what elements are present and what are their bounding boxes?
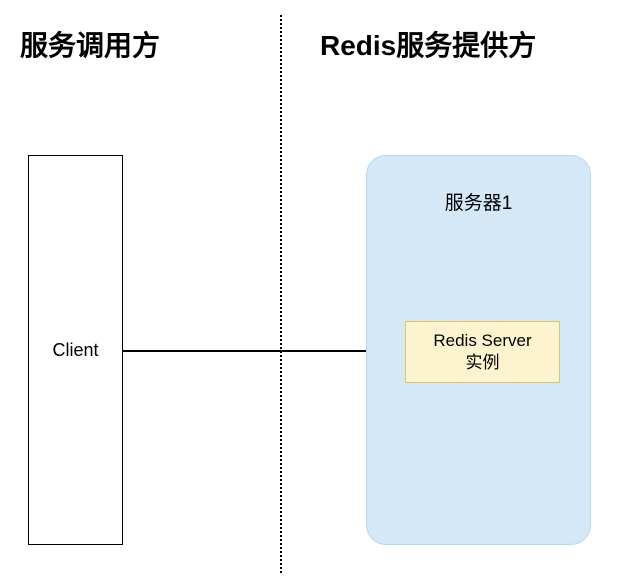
client-label: Client (52, 340, 98, 361)
header-provider-side: Redis服务提供方 (320, 24, 536, 64)
vertical-divider (280, 15, 282, 573)
server-title: 服务器1 (367, 188, 590, 215)
server-container: 服务器1 Redis Server 实例 (366, 155, 591, 545)
redis-instance-box: Redis Server 实例 (405, 321, 560, 383)
header-client-side: 服务调用方 (20, 24, 160, 64)
client-box: Client (28, 155, 123, 545)
arrow-client-to-server (123, 350, 404, 352)
redis-label-line1: Redis Server (433, 330, 531, 352)
redis-label-line2: 实例 (466, 352, 500, 374)
